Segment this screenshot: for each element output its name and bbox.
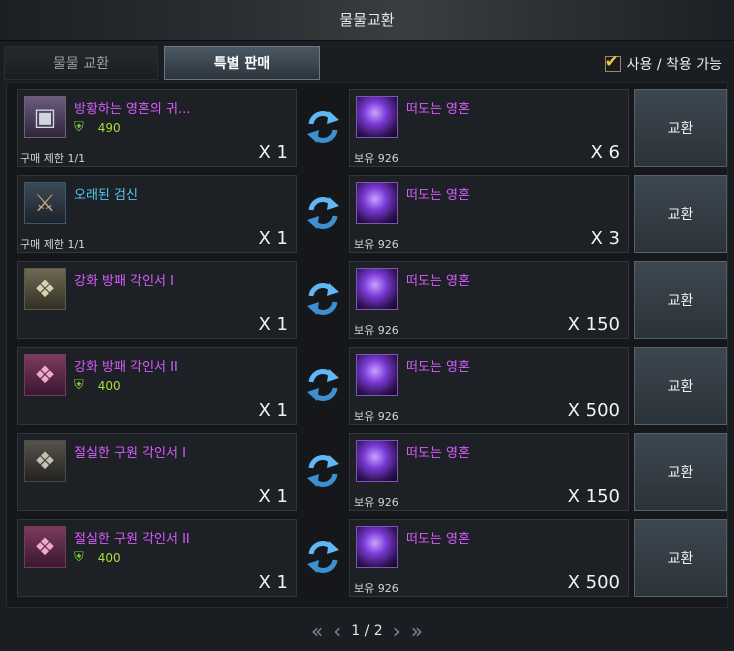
exchange-list: ▣ 방황하는 영혼의 귀... ⛨ 490 구매 제한 1/1 X 1 ● 떠도는… (6, 82, 728, 608)
helmet-icon: ⛨ (74, 378, 84, 393)
level-value: 400 (97, 378, 121, 393)
soul-orb-icon: ● (356, 268, 398, 310)
exchange-button[interactable]: 교환 (634, 175, 727, 253)
exchange-row: ❖ 강화 방패 각인서 II ⛨ 400 X 1 ● 떠도는 영혼 보유 926 … (13, 343, 727, 425)
output-qty: X 6 (590, 142, 620, 163)
pagination: « ‹ 1 / 2 › » (0, 616, 734, 646)
input-qty: X 1 (258, 486, 288, 507)
exchange-button[interactable]: 교환 (634, 519, 727, 597)
page-indicator: 1 / 2 (351, 623, 383, 639)
input-item[interactable]: ▣ 방황하는 영혼의 귀... ⛨ 490 구매 제한 1/1 X 1 (17, 89, 297, 167)
usable-filter-label: 사용 / 착용 가능 (626, 57, 722, 73)
chest-icon: ▣ (24, 96, 66, 138)
output-item[interactable]: ● 떠도는 영혼 보유 926 X 500 (349, 519, 629, 597)
exchange-row: ▣ 방황하는 영혼의 귀... ⛨ 490 구매 제한 1/1 X 1 ● 떠도는… (13, 85, 727, 167)
exchange-row: ❖ 절실한 구원 각인서 I X 1 ● 떠도는 영혼 보유 926 X 150… (13, 429, 727, 511)
exchange-arrows-icon (303, 279, 343, 319)
owned-count: 보유 926 (354, 238, 399, 251)
owned-count: 보유 926 (354, 410, 399, 423)
soul-orb-icon: ● (356, 526, 398, 568)
output-qty: X 150 (567, 486, 620, 507)
exchange-arrows-icon (303, 365, 343, 405)
level-value: 400 (97, 550, 121, 565)
owned-count: 보유 926 (354, 324, 399, 337)
output-item[interactable]: ● 떠도는 영혼 보유 926 X 150 (349, 261, 629, 339)
input-item-name: 절실한 구원 각인서 I (74, 446, 186, 461)
last-page-icon[interactable]: » (411, 621, 423, 641)
owned-count: 보유 926 (354, 582, 399, 595)
soul-orb-icon: ● (356, 440, 398, 482)
exchange-button[interactable]: 교환 (634, 89, 727, 167)
purchase-limit: 구매 제한 1/1 (20, 152, 86, 165)
window-title: 물물교환 (339, 11, 395, 29)
next-page-icon[interactable]: › (393, 621, 401, 641)
tab-special-sale[interactable]: 특별 판매 (164, 46, 320, 80)
exchange-button[interactable]: 교환 (634, 261, 727, 339)
output-qty: X 500 (567, 572, 620, 593)
input-qty: X 1 (258, 400, 288, 421)
input-qty: X 1 (258, 142, 288, 163)
helmet-icon: ⛨ (74, 550, 84, 565)
barter-window: 물물교환 물물 교환 특별 판매 ✔ 사용 / 착용 가능 ▣ 방황하는 영혼의… (0, 0, 734, 651)
usable-filter[interactable]: ✔ 사용 / 착용 가능 (604, 52, 722, 74)
output-qty: X 3 (590, 228, 620, 249)
owned-count: 보유 926 (354, 496, 399, 509)
input-item[interactable]: ⚔ 오래된 검신 구매 제한 1/1 X 1 (17, 175, 297, 253)
input-item-name: 강화 방패 각인서 I (74, 274, 174, 289)
owned-count: 보유 926 (354, 152, 399, 165)
book-icon: ❖ (24, 526, 66, 568)
input-qty: X 1 (258, 314, 288, 335)
output-item-name: 떠도는 영혼 (406, 532, 470, 547)
exchange-arrows-icon (303, 107, 343, 147)
input-qty: X 1 (258, 228, 288, 249)
output-item[interactable]: ● 떠도는 영혼 보유 926 X 3 (349, 175, 629, 253)
output-item[interactable]: ● 떠도는 영혼 보유 926 X 150 (349, 433, 629, 511)
check-icon: ✔ (604, 52, 619, 72)
output-item[interactable]: ● 떠도는 영혼 보유 926 X 6 (349, 89, 629, 167)
level-value: 490 (97, 120, 121, 135)
soul-orb-icon: ● (356, 182, 398, 224)
title-bar[interactable]: 물물교환 (0, 0, 734, 41)
level-requirement: ⛨ 490 (74, 120, 121, 135)
exchange-button[interactable]: 교환 (634, 347, 727, 425)
first-page-icon[interactable]: « (311, 621, 323, 641)
input-item-name: 강화 방패 각인서 II (74, 360, 178, 375)
output-item-name: 떠도는 영혼 (406, 188, 470, 203)
exchange-row: ❖ 절실한 구원 각인서 II ⛨ 400 X 1 ● 떠도는 영혼 보유 926… (13, 515, 727, 597)
input-item-name: 방황하는 영혼의 귀... (74, 102, 191, 117)
output-item-name: 떠도는 영혼 (406, 102, 470, 117)
input-item[interactable]: ❖ 절실한 구원 각인서 I X 1 (17, 433, 297, 511)
soul-orb-icon: ● (356, 96, 398, 138)
input-item[interactable]: ❖ 강화 방패 각인서 II ⛨ 400 X 1 (17, 347, 297, 425)
purchase-limit: 구매 제한 1/1 (20, 238, 86, 251)
output-item-name: 떠도는 영혼 (406, 274, 470, 289)
soul-orb-icon: ● (356, 354, 398, 396)
input-item-name: 절실한 구원 각인서 II (74, 532, 190, 547)
input-qty: X 1 (258, 572, 288, 593)
exchange-button[interactable]: 교환 (634, 433, 727, 511)
book-icon: ❖ (24, 268, 66, 310)
input-item[interactable]: ❖ 강화 방패 각인서 I X 1 (17, 261, 297, 339)
level-requirement: ⛨ 400 (74, 378, 121, 393)
book-icon: ❖ (24, 354, 66, 396)
helmet-icon: ⛨ (74, 120, 84, 135)
exchange-arrows-icon (303, 193, 343, 233)
exchange-arrows-icon (303, 537, 343, 577)
output-item-name: 떠도는 영혼 (406, 446, 470, 461)
exchange-row: ⚔ 오래된 검신 구매 제한 1/1 X 1 ● 떠도는 영혼 보유 926 X… (13, 171, 727, 253)
exchange-arrows-icon (303, 451, 343, 491)
output-qty: X 150 (567, 314, 620, 335)
book-icon: ❖ (24, 440, 66, 482)
level-requirement: ⛨ 400 (74, 550, 121, 565)
usable-checkbox[interactable]: ✔ (604, 52, 621, 72)
input-item-name: 오래된 검신 (74, 188, 138, 203)
exchange-row: ❖ 강화 방패 각인서 I X 1 ● 떠도는 영혼 보유 926 X 150 … (13, 257, 727, 339)
tab-barter[interactable]: 물물 교환 (4, 46, 158, 80)
sword-icon: ⚔ (24, 182, 66, 224)
input-item[interactable]: ❖ 절실한 구원 각인서 II ⛨ 400 X 1 (17, 519, 297, 597)
prev-page-icon[interactable]: ‹ (333, 621, 341, 641)
output-qty: X 500 (567, 400, 620, 421)
output-item-name: 떠도는 영혼 (406, 360, 470, 375)
output-item[interactable]: ● 떠도는 영혼 보유 926 X 500 (349, 347, 629, 425)
